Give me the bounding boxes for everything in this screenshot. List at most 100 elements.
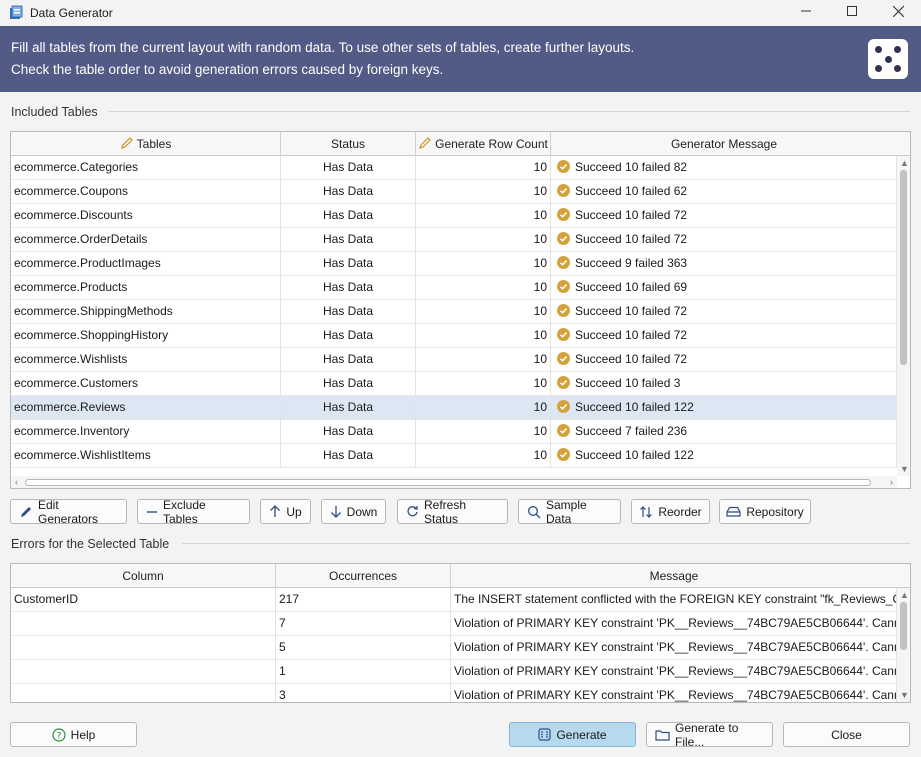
row-count-cell[interactable]: 10 — [416, 372, 551, 395]
row-count-cell[interactable]: 10 — [416, 300, 551, 323]
error-column-cell[interactable] — [11, 612, 276, 635]
column-header-column[interactable]: Column — [11, 564, 276, 588]
occurrences-cell[interactable]: 217 — [276, 588, 451, 611]
occurrences-cell[interactable]: 7 — [276, 612, 451, 635]
error-row[interactable]: 5 Violation of PRIMARY KEY constraint 'PK… — [11, 636, 897, 660]
up-button[interactable]: Up — [260, 499, 311, 524]
table-row[interactable]: ecommerce.ShippingMethods Has Data 10 Succe… — [11, 300, 897, 324]
row-count-cell[interactable]: 10 — [416, 420, 551, 443]
exclude-tables-button[interactable]: Exclude Tables — [137, 498, 250, 526]
row-count-cell[interactable]: 10 — [416, 156, 551, 179]
error-column-cell[interactable]: CustomerID — [11, 588, 276, 611]
tables-horizontal-scrollbar[interactable]: ‹ › — [11, 476, 897, 488]
generator-message-cell[interactable]: Succeed 10 failed 69 — [551, 276, 897, 299]
scroll-down-arrow-icon[interactable]: ▼ — [900, 690, 909, 700]
table-row[interactable]: ecommerce.Inventory Has Data 10 Succeed 7 f… — [11, 420, 897, 444]
tables-vertical-scrollbar[interactable]: ▲ ▼ — [897, 156, 910, 476]
minimize-button[interactable] — [783, 0, 829, 22]
row-count-cell[interactable]: 10 — [416, 348, 551, 371]
scroll-down-arrow-icon[interactable]: ▼ — [900, 464, 909, 474]
table-row[interactable]: ecommerce.Discounts Has Data 10 Succeed 10 … — [11, 204, 897, 228]
error-row[interactable]: CustomerID 217 The INSERT statement confli… — [11, 588, 897, 612]
scroll-left-arrow-icon[interactable]: ‹ — [15, 477, 18, 487]
table-row[interactable]: ecommerce.ShoppingHistory Has Data 10 Succe… — [11, 324, 897, 348]
row-count-cell[interactable]: 10 — [416, 180, 551, 203]
table-name-cell[interactable]: ecommerce.Inventory — [11, 420, 281, 443]
scroll-right-arrow-icon[interactable]: › — [890, 477, 893, 487]
status-cell[interactable]: Has Data — [281, 252, 416, 275]
vertical-scroll-thumb[interactable] — [900, 170, 907, 365]
generator-message-cell[interactable]: Succeed 10 failed 72 — [551, 348, 897, 371]
status-cell[interactable]: Has Data — [281, 300, 416, 323]
table-name-cell[interactable]: ecommerce.Reviews — [11, 396, 281, 419]
status-cell[interactable]: Has Data — [281, 396, 416, 419]
scroll-up-arrow-icon[interactable]: ▲ — [900, 590, 909, 600]
status-cell[interactable]: Has Data — [281, 156, 416, 179]
refresh-status-button[interactable]: Refresh Status — [397, 498, 508, 526]
generator-message-cell[interactable]: Succeed 10 failed 72 — [551, 204, 897, 227]
vertical-scroll-thumb[interactable] — [900, 602, 907, 650]
column-header-message[interactable]: Generator Message — [551, 132, 897, 156]
generator-message-cell[interactable]: Succeed 10 failed 72 — [551, 228, 897, 251]
close-window-button[interactable] — [875, 0, 921, 22]
generate-button[interactable]: Generate — [509, 722, 636, 747]
row-count-cell[interactable]: 10 — [416, 324, 551, 347]
error-column-cell[interactable] — [11, 660, 276, 683]
error-message-cell[interactable]: Violation of PRIMARY KEY constraint 'PK_… — [451, 684, 897, 702]
table-name-cell[interactable]: ecommerce.Wishlists — [11, 348, 281, 371]
error-message-cell[interactable]: Violation of PRIMARY KEY constraint 'PK_… — [451, 612, 897, 635]
table-row[interactable]: ecommerce.Customers Has Data 10 Succeed 10 … — [11, 372, 897, 396]
table-row[interactable]: ecommerce.Coupons Has Data 10 Succeed 10 fa… — [11, 180, 897, 204]
edit-generators-button[interactable]: Edit Generators — [10, 498, 127, 526]
generate-to-file-button[interactable]: Generate to File... — [646, 721, 773, 749]
table-name-cell[interactable]: ecommerce.ShoppingHistory — [11, 324, 281, 347]
error-row[interactable]: 7 Violation of PRIMARY KEY constraint 'PK… — [11, 612, 897, 636]
error-column-cell[interactable] — [11, 684, 276, 702]
table-name-cell[interactable]: ecommerce.ShippingMethods — [11, 300, 281, 323]
table-row[interactable]: ecommerce.Wishlists Has Data 10 Succeed 10 … — [11, 348, 897, 372]
table-name-cell[interactable]: ecommerce.Coupons — [11, 180, 281, 203]
generator-message-cell[interactable]: Succeed 10 failed 82 — [551, 156, 897, 179]
table-row[interactable]: ecommerce.Reviews Has Data 10 Succeed 10 fa… — [11, 396, 897, 420]
table-row[interactable]: ecommerce.WishlistItems Has Data 10 Succeed… — [11, 444, 897, 468]
table-row[interactable]: ecommerce.ProductImages Has Data 10 Succeed… — [11, 252, 897, 276]
status-cell[interactable]: Has Data — [281, 372, 416, 395]
errors-vertical-scrollbar[interactable]: ▲ ▼ — [897, 588, 910, 702]
help-button[interactable]: ? Help — [10, 722, 137, 747]
status-cell[interactable]: Has Data — [281, 276, 416, 299]
generator-message-cell[interactable]: Succeed 9 failed 363 — [551, 252, 897, 275]
error-message-cell[interactable]: The INSERT statement conflicted with the… — [451, 588, 897, 611]
table-name-cell[interactable]: ecommerce.Discounts — [11, 204, 281, 227]
horizontal-scroll-thumb[interactable] — [25, 479, 871, 486]
occurrences-cell[interactable]: 5 — [276, 636, 451, 659]
error-column-cell[interactable] — [11, 636, 276, 659]
status-cell[interactable]: Has Data — [281, 348, 416, 371]
table-row[interactable]: ecommerce.Categories Has Data 10 Succeed 10… — [11, 156, 897, 180]
status-cell[interactable]: Has Data — [281, 324, 416, 347]
table-name-cell[interactable]: ecommerce.OrderDetails — [11, 228, 281, 251]
status-cell[interactable]: Has Data — [281, 444, 416, 467]
generator-message-cell[interactable]: Succeed 10 failed 122 — [551, 396, 897, 419]
row-count-cell[interactable]: 10 — [416, 444, 551, 467]
table-name-cell[interactable]: ecommerce.WishlistItems — [11, 444, 281, 467]
occurrences-cell[interactable]: 3 — [276, 684, 451, 702]
error-message-cell[interactable]: Violation of PRIMARY KEY constraint 'PK_… — [451, 636, 897, 659]
column-header-row-count[interactable]: Generate Row Count — [416, 132, 551, 156]
column-header-tables[interactable]: Tables — [11, 132, 281, 156]
generator-message-cell[interactable]: Succeed 10 failed 122 — [551, 444, 897, 467]
row-count-cell[interactable]: 10 — [416, 252, 551, 275]
table-name-cell[interactable]: ecommerce.Categories — [11, 156, 281, 179]
column-header-status[interactable]: Status — [281, 132, 416, 156]
error-message-cell[interactable]: Violation of PRIMARY KEY constraint 'PK_… — [451, 660, 897, 683]
maximize-button[interactable] — [829, 0, 875, 22]
close-button[interactable]: Close — [783, 722, 910, 747]
row-count-cell[interactable]: 10 — [416, 228, 551, 251]
repository-button[interactable]: Repository — [719, 499, 811, 524]
row-count-cell[interactable]: 10 — [416, 204, 551, 227]
row-count-cell[interactable]: 10 — [416, 396, 551, 419]
occurrences-cell[interactable]: 1 — [276, 660, 451, 683]
generator-message-cell[interactable]: Succeed 10 failed 72 — [551, 324, 897, 347]
generator-message-cell[interactable]: Succeed 10 failed 72 — [551, 300, 897, 323]
row-count-cell[interactable]: 10 — [416, 276, 551, 299]
table-name-cell[interactable]: ecommerce.Products — [11, 276, 281, 299]
